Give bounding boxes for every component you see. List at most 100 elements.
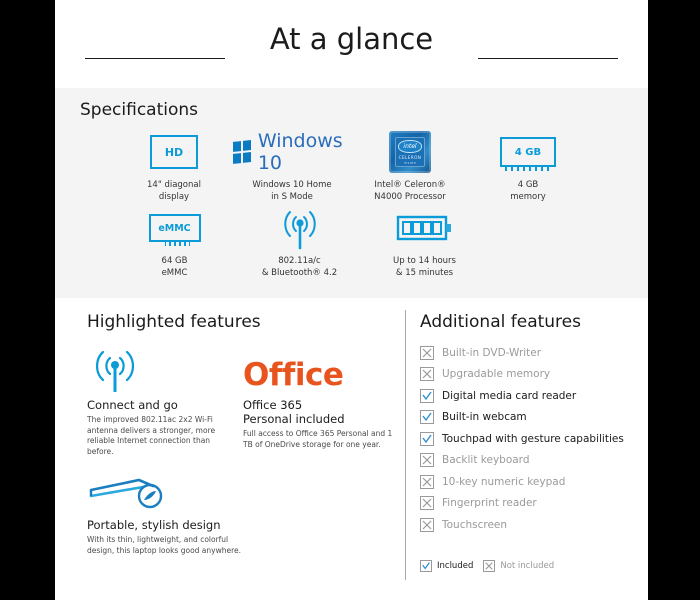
additional-feature-label: Touchpad with gesture capabilities <box>442 432 624 445</box>
spec-item-processor: intel CELERON inside Intel® Celeron® N40… <box>351 130 469 203</box>
wireless-signal-icon <box>87 346 237 392</box>
spec-label-battery: Up to 14 hours & 15 minutes <box>393 256 456 279</box>
cross-icon <box>420 367 434 382</box>
intel-chip-graphic: intel CELERON inside <box>389 131 431 173</box>
additional-feature-label: Built-in DVD-Writer <box>442 346 542 359</box>
windows-10-logo: Windows 10 <box>233 130 351 174</box>
specifications-panel: Specifications HD 14" diagonal display W… <box>55 88 648 298</box>
memory-module-icon: 4 GB <box>500 130 556 174</box>
spec-label-wireless-line1: 802.11a/c <box>278 256 321 266</box>
check-icon <box>420 431 434 446</box>
page-header: At a glance <box>55 14 648 74</box>
intel-celeron-wordmark: CELERON <box>398 154 422 160</box>
legend-included-label: Included <box>437 561 474 571</box>
spec-label-os-line2: in S Mode <box>271 191 313 202</box>
spec-label-wireless-line2: & Bluetooth® 4.2 <box>261 267 338 278</box>
laptop-design-graphic <box>89 478 163 509</box>
additional-feature-row: Backlit keyboard <box>420 450 635 472</box>
specifications-row-2: eMMC 64 GB eMMC 802.11a/c & Bluetooth® 4… <box>55 206 648 279</box>
cross-icon <box>420 474 434 489</box>
cross-icon <box>420 453 434 468</box>
additional-feature-label: Upgradable memory <box>442 368 551 381</box>
spec-label-storage-line2: eMMC <box>161 267 188 278</box>
additional-feature-row: Fingerprint reader <box>420 493 635 515</box>
spec-label-memory-line2: memory <box>510 191 546 202</box>
emmc-storage-pins <box>164 242 191 246</box>
laptop-design-icon <box>87 466 252 512</box>
spec-label-memory-line1: 4 GB <box>517 180 539 190</box>
highlighted-feature-connect-and-go: Connect and go The improved 802.11ac 2x2… <box>87 346 237 457</box>
spec-label-processor-line1: Intel® Celeron® <box>374 180 446 190</box>
additional-feature-row: Touchscreen <box>420 514 635 536</box>
spec-label-battery-line2: & 15 minutes <box>395 267 454 278</box>
additional-feature-row: Touchpad with gesture capabilities <box>420 428 635 450</box>
spec-item-display: HD 14" diagonal display <box>115 130 233 203</box>
feature-heading-line2: Personal included <box>243 412 345 426</box>
check-icon <box>420 388 434 403</box>
cross-icon <box>483 560 496 572</box>
spec-label-processor-line2: N4000 Processor <box>374 191 446 202</box>
battery-graphic <box>396 215 451 241</box>
intel-inside-wordmark: inside <box>403 160 417 165</box>
spec-label-storage-line1: 64 GB <box>161 256 188 266</box>
office-logo-text: Office <box>243 357 344 393</box>
memory-module-pins <box>505 167 549 171</box>
cross-icon <box>420 517 434 532</box>
spec-item-os: Windows 10 Windows 10 Home in S Mode <box>233 130 351 203</box>
spec-item-memory: 4 GB 4 GB memory <box>469 130 587 203</box>
spec-label-display-line1: 14" diagonal <box>147 180 201 190</box>
additional-feature-row: 10-key numeric keypad <box>420 471 635 493</box>
legend-not-included-label: Not included <box>500 561 555 571</box>
header-rule-left <box>85 58 225 59</box>
intel-chip-inner: intel CELERON inside <box>395 137 425 167</box>
check-icon <box>420 410 434 425</box>
feature-heading: Connect and go <box>87 398 178 412</box>
content-sheet: At a glance Specifications HD 14" diagon… <box>55 0 648 600</box>
windows-flag-icon <box>233 140 251 164</box>
emmc-storage-label: eMMC <box>148 214 201 242</box>
additional-feature-label: Digital media card reader <box>442 389 577 402</box>
spec-label-processor: Intel® Celeron® N4000 Processor <box>374 180 446 203</box>
hd-display-icon-label: HD <box>150 135 198 169</box>
feature-body: Full access to Office 365 Personal and 1… <box>243 429 393 449</box>
intel-celeron-badge-icon: intel CELERON inside <box>389 130 431 174</box>
feature-body: The improved 802.11ac 2x2 Wi-Fi antenna … <box>87 415 216 456</box>
additional-features-list: Built-in DVD-Writer Upgradable memory Di… <box>420 342 635 536</box>
additional-feature-row: Digital media card reader <box>420 385 635 407</box>
specifications-row-1: HD 14" diagonal display Windows 10 Windo… <box>55 130 648 203</box>
wireless-signal-graphic <box>95 350 135 392</box>
additional-feature-label: Backlit keyboard <box>442 454 530 467</box>
section-divider <box>405 310 406 580</box>
additional-features-title: Additional features <box>420 312 581 332</box>
additional-feature-label: Fingerprint reader <box>442 497 537 510</box>
additional-feature-row: Upgradable memory <box>420 364 635 386</box>
spec-label-battery-line1: Up to 14 hours <box>393 256 456 266</box>
highlighted-feature-portable-design: Portable, stylish design With its thin, … <box>87 466 252 556</box>
additional-feature-row: Built-in DVD-Writer <box>420 342 635 364</box>
office-logo: Office <box>243 346 393 392</box>
feature-heading: Portable, stylish design <box>87 518 221 532</box>
spec-label-os: Windows 10 Home in S Mode <box>252 180 331 203</box>
page-root: At a glance Specifications HD 14" diagon… <box>0 0 700 600</box>
wireless-signal-icon <box>272 206 328 250</box>
specifications-title: Specifications <box>80 100 199 120</box>
highlighted-features-title: Highlighted features <box>87 312 261 332</box>
lower-section: Highlighted features Additional features… <box>55 298 648 600</box>
feature-heading-line1: Office 365 <box>243 398 303 412</box>
windows-logo-text: Windows 10 <box>257 130 343 174</box>
spec-item-battery: Up to 14 hours & 15 minutes <box>362 206 487 279</box>
cross-icon <box>420 345 434 360</box>
memory-module-label: 4 GB <box>500 137 556 167</box>
emmc-storage-icon: eMMC <box>148 206 201 250</box>
spec-label-storage: 64 GB eMMC <box>162 256 188 279</box>
additional-feature-label: Touchscreen <box>442 518 508 531</box>
hd-display-icon: HD <box>150 130 198 174</box>
windows-logo-group: Windows 10 <box>233 130 351 174</box>
spec-item-storage: eMMC 64 GB eMMC <box>112 206 237 279</box>
additional-features-legend: Included Not included <box>420 560 554 572</box>
additional-feature-row: Built-in webcam <box>420 407 635 429</box>
additional-feature-label: 10-key numeric keypad <box>442 475 566 488</box>
feature-body: With its thin, lightweight, and colorful… <box>87 535 242 555</box>
spec-label-wireless: 802.11a/c & Bluetooth® 4.2 <box>262 256 337 279</box>
page-title: At a glance <box>269 22 434 56</box>
